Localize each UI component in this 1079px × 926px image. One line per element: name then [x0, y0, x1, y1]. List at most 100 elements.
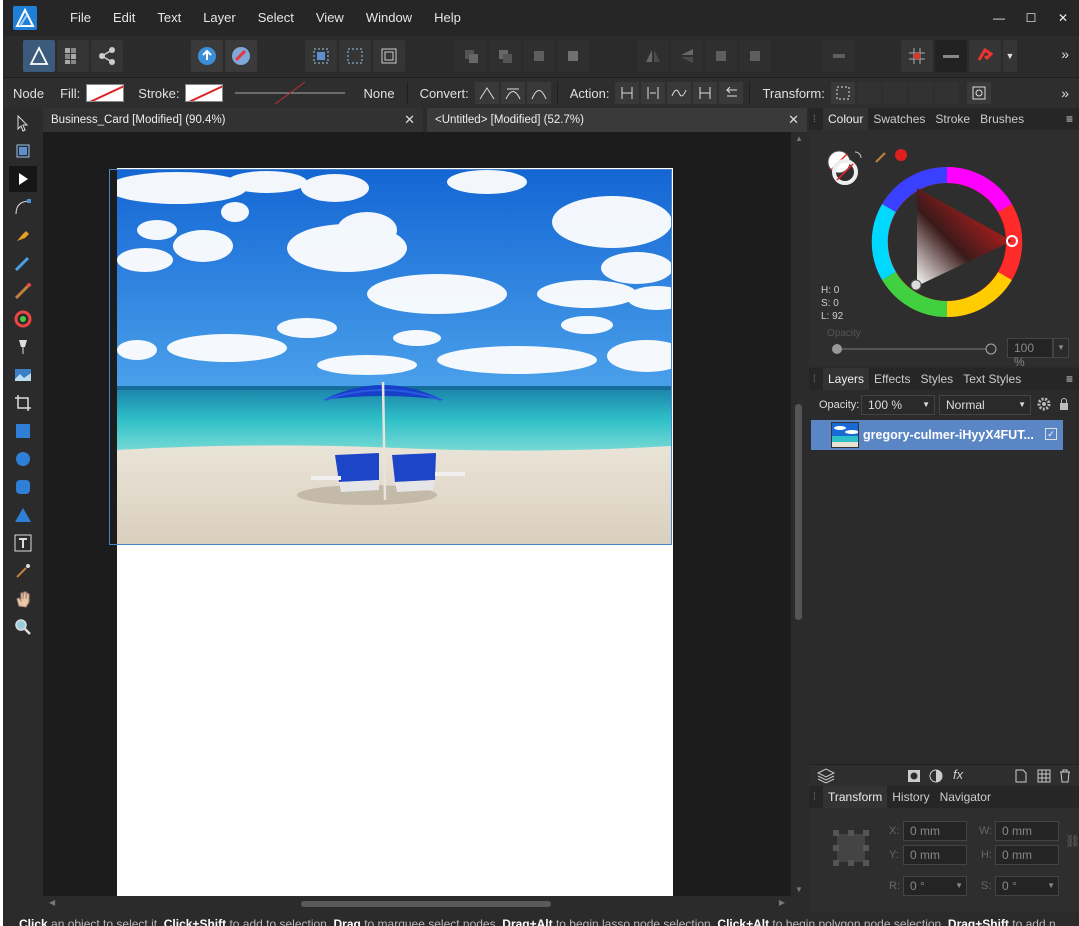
gear-icon[interactable] [1037, 397, 1051, 411]
scroll-up-icon[interactable]: ▲ [791, 134, 807, 143]
transform-option-3-button[interactable] [908, 82, 933, 104]
maximize-button[interactable]: ☐ [1015, 11, 1047, 25]
stroke-width-slider[interactable] [235, 82, 385, 104]
close-button[interactable]: ✕ [1047, 11, 1079, 25]
menu-edit[interactable]: Edit [102, 0, 146, 36]
group-icon[interactable] [1037, 769, 1051, 783]
move-front-button[interactable] [557, 40, 589, 72]
scroll-right-icon[interactable]: ▶ [779, 898, 785, 907]
transform-option-1-button[interactable] [856, 82, 881, 104]
layer-row[interactable]: gregory-culmer-iHyyX4FUT... ✓ [811, 420, 1063, 450]
horizontal-scrollbar[interactable]: ◀ ▶ [43, 896, 791, 912]
menu-select[interactable]: Select [247, 0, 305, 36]
close-tab-button[interactable]: ✕ [788, 112, 799, 128]
opacity-dropdown-icon[interactable]: ▼ [1053, 338, 1069, 358]
colour-wheel[interactable] [871, 166, 1023, 318]
colour-picker-button[interactable] [875, 148, 907, 164]
tab-transform[interactable]: Transform [823, 786, 888, 808]
trash-icon[interactable] [1059, 769, 1071, 783]
fill-swatch[interactable] [86, 84, 125, 102]
tab-stroke[interactable]: Stroke [930, 108, 975, 130]
opacity-slider[interactable] [831, 342, 997, 356]
document-tab[interactable]: <Untitled> [Modified] (52.7%) ✕ [427, 108, 807, 132]
horizontal-scroll-thumb[interactable] [301, 901, 551, 907]
transform-origin-button[interactable] [966, 82, 991, 104]
y-field[interactable]: 0 mm [903, 845, 967, 865]
rotate-left-button[interactable] [705, 40, 737, 72]
boolean-ops-button[interactable] [823, 40, 855, 72]
snapping-grid-button[interactable] [901, 40, 933, 72]
node-tool[interactable] [9, 166, 37, 192]
toolbar-overflow-button[interactable]: » [1061, 46, 1069, 62]
link-icon[interactable]: ⛓ [1065, 834, 1079, 848]
rounded-rectangle-tool[interactable] [9, 474, 37, 500]
vertical-scroll-thumb[interactable] [795, 404, 802, 620]
snapping-magnet-button[interactable] [969, 40, 1001, 72]
pixel-persona-button[interactable] [57, 40, 89, 72]
vector-brush-tool[interactable] [9, 278, 37, 304]
menu-window[interactable]: Window [355, 0, 423, 36]
panel-menu-icon[interactable]: ≡ [1066, 108, 1073, 130]
flip-vertical-button[interactable] [671, 40, 703, 72]
cloud-upload-button[interactable] [191, 40, 223, 72]
menu-layer[interactable]: Layer [192, 0, 247, 36]
panel-menu-icon[interactable]: ≡ [1066, 368, 1073, 390]
tab-brushes[interactable]: Brushes [975, 108, 1029, 130]
move-forward-button[interactable] [523, 40, 555, 72]
opacity-field[interactable]: 100 % [1007, 338, 1053, 369]
selection-bounding-box[interactable] [109, 169, 672, 545]
tab-swatches[interactable]: Swatches [868, 108, 930, 130]
place-image-tool[interactable] [9, 362, 37, 388]
fill-tool[interactable] [9, 306, 37, 332]
menu-view[interactable]: View [305, 0, 355, 36]
triangle-tool[interactable] [9, 502, 37, 528]
pen-tool[interactable] [9, 222, 37, 248]
move-back-button[interactable] [455, 40, 487, 72]
panel-grip-icon[interactable]: ⁞ [813, 114, 823, 125]
fill-stroke-selector[interactable] [823, 148, 867, 188]
lock-icon[interactable] [1059, 397, 1069, 411]
context-overflow-button[interactable]: » [1061, 85, 1069, 101]
panel-grip-icon[interactable]: ⁞ [813, 374, 823, 385]
height-field[interactable]: 0 mm [995, 845, 1059, 865]
ellipse-tool[interactable] [9, 446, 37, 472]
smooth-curve-button[interactable] [667, 82, 692, 104]
align-button[interactable] [935, 40, 967, 72]
tab-layers[interactable]: Layers [823, 368, 870, 390]
deselect-button[interactable] [339, 40, 371, 72]
add-layer-icon[interactable] [1015, 769, 1027, 783]
colour-picker-tool[interactable] [9, 558, 37, 584]
reverse-curve-button[interactable] [719, 82, 744, 104]
tab-colour[interactable]: Colour [823, 108, 869, 130]
layers-stack-icon[interactable] [817, 768, 835, 784]
snapping-dropdown-icon[interactable]: ▼ [1003, 40, 1017, 72]
x-field[interactable]: 0 mm [903, 821, 967, 841]
scroll-down-icon[interactable]: ▼ [791, 885, 807, 894]
shear-field[interactable]: 0 ° ▼ [995, 876, 1059, 896]
close-tab-button[interactable]: ✕ [404, 112, 415, 128]
view-tool[interactable] [9, 586, 37, 612]
scroll-left-icon[interactable]: ◀ [49, 898, 55, 907]
convert-smooth-button[interactable] [500, 82, 525, 104]
assets-button[interactable] [225, 40, 257, 72]
tab-history[interactable]: History [887, 786, 934, 808]
export-persona-button[interactable] [91, 40, 123, 72]
layer-opacity-field[interactable]: 100 % ▼ [861, 395, 935, 415]
adjustment-icon[interactable] [929, 769, 943, 783]
mask-icon[interactable] [907, 769, 921, 783]
tab-navigator[interactable]: Navigator [935, 786, 996, 808]
flip-horizontal-button[interactable] [637, 40, 669, 72]
break-curve-button[interactable] [615, 82, 640, 104]
invert-selection-button[interactable] [373, 40, 405, 72]
rectangle-tool[interactable] [9, 418, 37, 444]
panel-grip-icon[interactable]: ⁞ [813, 792, 823, 803]
anchor-selector[interactable] [833, 830, 869, 866]
rotation-field[interactable]: 0 ° ▼ [903, 876, 967, 896]
zoom-tool[interactable] [9, 614, 37, 640]
menu-text[interactable]: Text [146, 0, 192, 36]
transparency-tool[interactable] [9, 334, 37, 360]
layer-visibility-checkbox[interactable]: ✓ [1045, 428, 1057, 440]
transform-option-2-button[interactable] [882, 82, 907, 104]
designer-persona-button[interactable] [23, 40, 55, 72]
join-curves-button[interactable] [693, 82, 718, 104]
